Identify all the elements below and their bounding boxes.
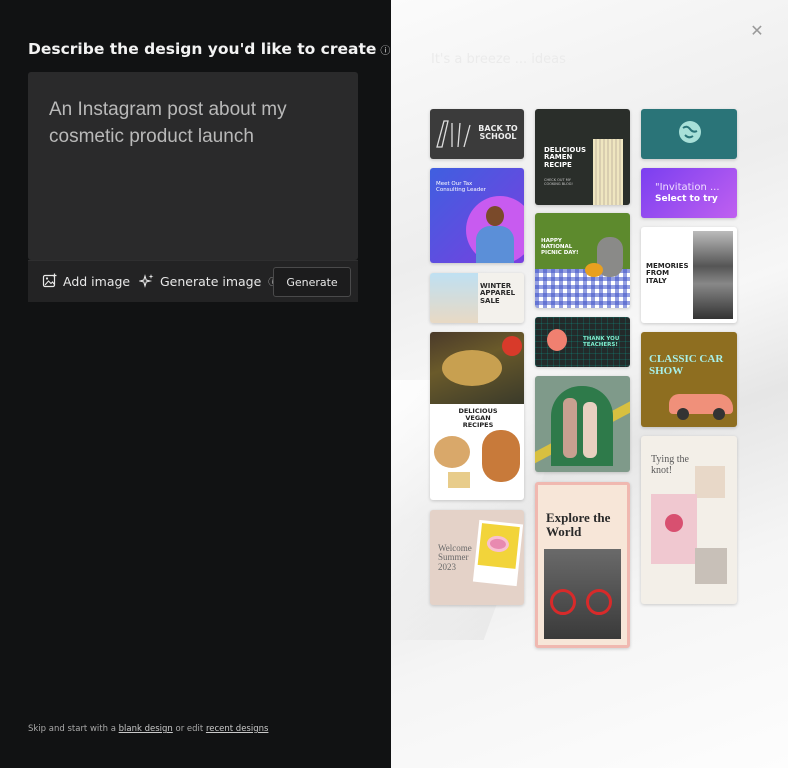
arch-shape	[551, 386, 613, 466]
page-title: Describe the design you'd like to create…	[28, 40, 390, 58]
basket-shape	[585, 263, 603, 277]
template-tying-knot[interactable]: Tying the knot!	[641, 436, 737, 604]
template-title: Explore the World	[546, 510, 611, 539]
sparkle-icon	[139, 274, 154, 288]
add-image-icon	[42, 273, 57, 288]
footer-middle: or edit	[175, 724, 204, 734]
generate-image-label: Generate image	[160, 273, 262, 289]
apple-shape	[547, 329, 567, 351]
prompt-text: An Instagram post about my cosmetic prod…	[49, 99, 287, 147]
person-body	[476, 226, 514, 263]
bagel-shape	[434, 436, 470, 468]
recent-designs-link[interactable]: recent designs	[206, 724, 269, 734]
template-fashion[interactable]	[535, 376, 630, 472]
template-title: THANK YOU TEACHERS!	[583, 336, 620, 348]
tomato-shape	[502, 336, 522, 356]
template-title: DELICIOUS RAMEN RECIPE	[544, 146, 587, 169]
add-image-label: Add image	[63, 273, 131, 289]
template-globe[interactable]	[641, 109, 737, 159]
template-subtitle: CHECK OUT MY COOKING BLOG!	[544, 178, 573, 186]
footer-prefix: Skip and start with a	[28, 724, 116, 734]
template-thank-teachers[interactable]: THANK YOU TEACHERS!	[535, 317, 630, 367]
add-image-button[interactable]: Add image	[42, 273, 130, 289]
blank-design-link[interactable]: blank design	[119, 724, 173, 734]
template-title: "Invitation ...	[655, 182, 720, 193]
bread-shape	[448, 472, 470, 488]
template-memories-italy[interactable]: MEMORIES FROM ITALY	[641, 227, 737, 323]
template-gallery-panel: ✕ It's a breeze ... ideas BACK TO SCHOOL…	[391, 0, 788, 768]
generate-image-button[interactable]: Generate image ⓘ	[139, 273, 277, 289]
generate-button[interactable]: Generate	[273, 267, 351, 297]
sandwich-shape	[442, 350, 502, 386]
select-to-try-label: Select to try	[655, 194, 718, 204]
prompt-actions-bar: Add image Generate image ⓘ Generate	[28, 260, 358, 302]
template-vegan-recipes[interactable]: DELICIOUS VEGAN RECIPES	[430, 332, 524, 500]
car-wheel-shape	[677, 408, 689, 420]
close-icon[interactable]: ✕	[748, 22, 766, 40]
template-photo	[430, 273, 478, 323]
template-photo	[695, 548, 727, 584]
template-classic-car[interactable]: CLASSIC CAR SHOW	[641, 332, 737, 427]
template-back-to-school[interactable]: BACK TO SCHOOL	[430, 109, 524, 159]
template-picnic-day[interactable]: HAPPY NATIONAL PICNIC DAY!	[535, 213, 630, 308]
create-panel: Describe the design you'd like to create…	[0, 0, 391, 768]
globe-icon	[679, 121, 701, 143]
flower-shape	[665, 514, 683, 532]
template-title: MEMORIES FROM ITALY	[646, 262, 689, 285]
template-photo	[695, 466, 725, 498]
bicycle-wheel-shape	[586, 589, 612, 615]
info-icon[interactable]: ⓘ	[380, 46, 390, 57]
template-winter-sale[interactable]: WINTER APPAREL SALE	[430, 273, 524, 323]
template-title: HAPPY NATIONAL PICNIC DAY!	[541, 238, 579, 256]
person-head	[486, 206, 504, 226]
salad-shape	[482, 430, 520, 482]
template-title: BACK TO SCHOOL	[478, 124, 518, 142]
template-title: DELICIOUS VEGAN RECIPES	[450, 406, 506, 431]
template-welcome-summer[interactable]: Welcome Summer 2023	[430, 510, 524, 605]
prompt-textarea[interactable]: An Instagram post about my cosmetic prod…	[28, 72, 358, 260]
ghost-text: It's a breeze ... ideas	[431, 52, 566, 67]
template-explore-world[interactable]: Explore the World	[535, 482, 630, 648]
polaroid-frame	[472, 519, 524, 587]
noodles-shape	[593, 139, 623, 205]
template-tax-leader[interactable]: Meet Our Tax Consulting Leader	[430, 168, 524, 263]
car-wheel-shape	[713, 408, 725, 420]
heading-text: Describe the design you'd like to create	[28, 40, 377, 58]
footer-links: Skip and start with a blank design or ed…	[28, 724, 268, 734]
bicycle-wheel-shape	[550, 589, 576, 615]
template-title: Tying the knot!	[651, 454, 689, 476]
template-photo	[693, 231, 733, 319]
template-title: CLASSIC CAR SHOW	[649, 353, 724, 377]
person-shape	[583, 402, 597, 458]
template-title: WINTER APPAREL SALE	[480, 282, 516, 305]
template-invitation[interactable]: "Invitation ... Select to try	[641, 168, 737, 218]
school-supplies-icon	[436, 120, 471, 148]
person-shape	[563, 398, 577, 458]
template-ramen[interactable]: DELICIOUS RAMEN RECIPE CHECK OUT MY COOK…	[535, 109, 630, 205]
template-title: Meet Our Tax Consulting Leader	[436, 181, 486, 193]
